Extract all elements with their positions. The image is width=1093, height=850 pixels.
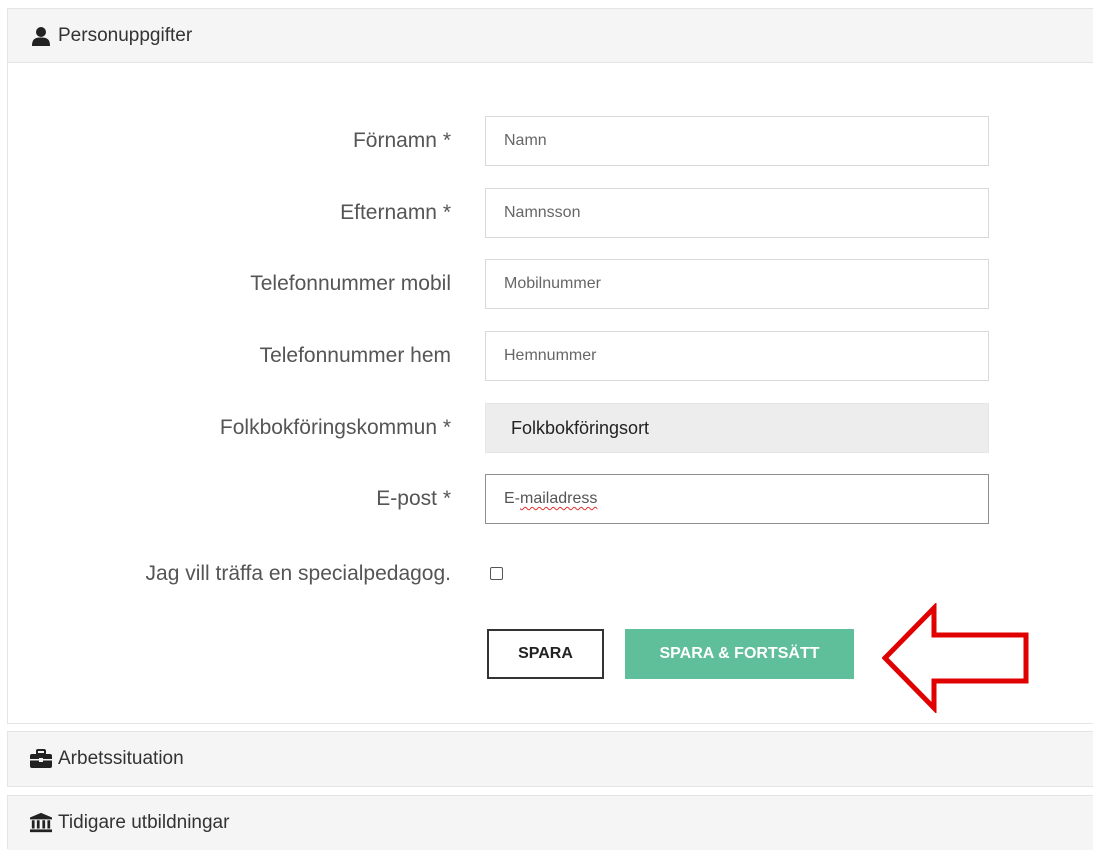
- previous-education-panel: Tidigare utbildningar: [7, 795, 1093, 850]
- mobile-label: Telefonnummer mobil: [250, 272, 451, 295]
- firstname-label: Förnamn *: [352, 129, 451, 152]
- form-row-firstname: Förnamn *: [8, 116, 1093, 166]
- firstname-input[interactable]: [485, 116, 989, 166]
- previous-education-title: Tidigare utbildningar: [58, 812, 230, 833]
- homephone-label: Telefonnummer hem: [259, 344, 451, 367]
- lastname-input[interactable]: [485, 188, 989, 238]
- personal-info-panel: Personuppgifter Förnamn * Efternamn * Te…: [7, 8, 1093, 724]
- form-row-email: E-post * E-mailadress: [8, 474, 1093, 524]
- briefcase-icon: [30, 748, 52, 770]
- mobile-input[interactable]: [485, 259, 989, 309]
- form-row-lastname: Efternamn *: [8, 188, 1093, 238]
- homephone-input[interactable]: [485, 331, 989, 381]
- form-row-mobile: Telefonnummer mobil: [8, 259, 1093, 309]
- work-situation-panel: Arbetssituation: [7, 731, 1093, 787]
- save-button[interactable]: SPARA: [487, 629, 604, 679]
- email-label: E-post *: [376, 487, 451, 510]
- specialpedagog-label: Jag vill träffa en specialpedagog.: [145, 562, 451, 585]
- user-icon: [30, 25, 52, 47]
- work-situation-header[interactable]: Arbetssituation: [8, 732, 1093, 786]
- form-row-municipality: Folkbokföringskommun * Folkbokföringsort: [8, 403, 1093, 453]
- municipality-select[interactable]: Folkbokföringsort: [485, 403, 989, 453]
- email-input[interactable]: [485, 474, 989, 524]
- personal-info-title: Personuppgifter: [58, 24, 193, 46]
- specialpedagog-checkbox[interactable]: [490, 567, 503, 580]
- save-continue-button[interactable]: SPARA & FORTSÄTT: [625, 629, 854, 679]
- work-situation-title: Arbetssituation: [58, 748, 184, 769]
- personal-info-header[interactable]: Personuppgifter: [8, 9, 1093, 63]
- form-row-checkbox: Jag vill träffa en specialpedagog.: [8, 549, 1093, 599]
- lastname-label: Efternamn *: [340, 201, 451, 224]
- form-row-homephone: Telefonnummer hem: [8, 331, 1093, 381]
- previous-education-header[interactable]: Tidigare utbildningar: [8, 796, 1093, 850]
- red-arrow-annotation: [882, 603, 1029, 713]
- municipality-label: Folkbokföringskommun *: [219, 416, 451, 439]
- institution-icon: [30, 812, 52, 834]
